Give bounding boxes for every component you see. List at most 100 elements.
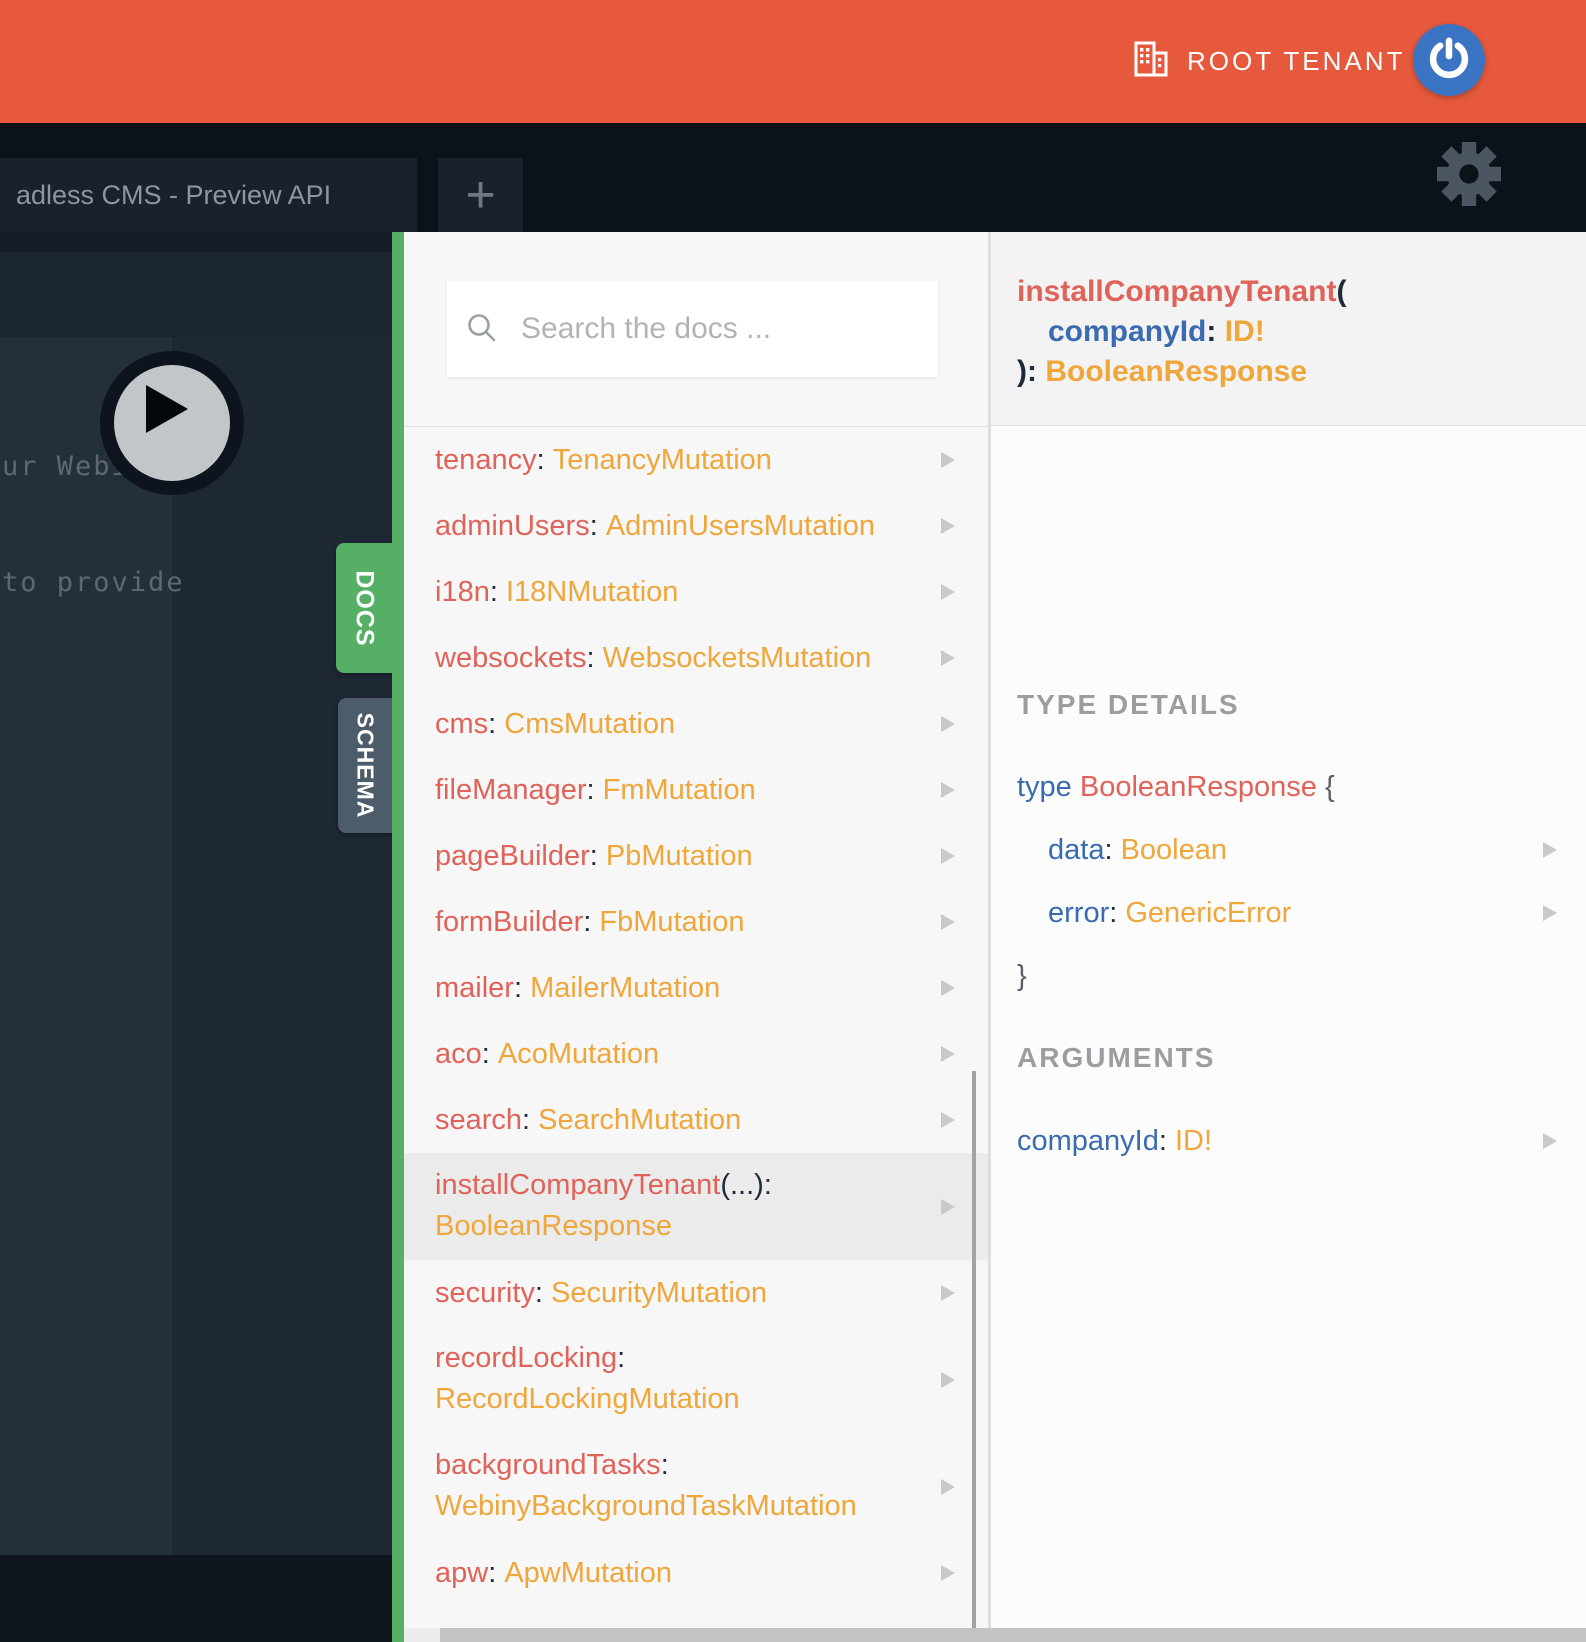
docs-item-name-line: recordLocking: <box>435 1338 988 1379</box>
type-close-brace: } <box>1017 960 1027 992</box>
type-keyword: type <box>1017 771 1072 803</box>
expand-arrow-icon <box>941 914 955 930</box>
field-type: WebinyBackgroundTaskMutation <box>435 1490 857 1522</box>
docs-item-mailer[interactable]: mailer: MailerMutation <box>404 955 988 1021</box>
field-type: SearchMutation <box>530 1103 742 1136</box>
top-header-bar: ROOT TENANT <box>0 0 1586 123</box>
new-tab-button[interactable]: + <box>438 158 523 232</box>
graphql-playground-window: ROOT TENANT adless CMS - Preview API + u… <box>0 0 1586 1642</box>
field-punctuation: : <box>534 1276 543 1309</box>
field-type: I18NMutation <box>497 575 679 608</box>
docs-vertical-scrollbar-thumb[interactable] <box>972 1071 976 1628</box>
field-type-link[interactable]: Boolean <box>1113 834 1227 866</box>
docs-item-label: security: SecurityMutation <box>435 1277 767 1310</box>
type-details-heading: TYPE DETAILS <box>1017 689 1240 720</box>
docs-search-input[interactable] <box>447 281 938 377</box>
docs-item-label: pageBuilder: PbMutation <box>435 840 753 873</box>
docs-item-type-line: BooleanResponse <box>435 1206 988 1247</box>
field-name: backgroundTasks <box>435 1449 661 1481</box>
argument-companyId[interactable]: companyId: ID! <box>991 1121 1586 1161</box>
docs-item-recordLocking[interactable]: recordLocking: RecordLockingMutation <box>404 1326 988 1433</box>
signature-arg-type[interactable]: ID! <box>1225 315 1265 348</box>
field-type: CmsMutation <box>496 707 676 740</box>
editor-band <box>0 252 392 338</box>
docs-item-name-line: installCompanyTenant(...): <box>435 1165 988 1206</box>
docs-item-pageBuilder[interactable]: pageBuilder: PbMutation <box>404 823 988 889</box>
docs-item-label: cms: CmsMutation <box>435 708 675 741</box>
tab-title: adless CMS - Preview API <box>16 179 332 210</box>
field-type: MailerMutation <box>522 971 721 1004</box>
field-name: mailer <box>435 971 514 1004</box>
field-punctuation: : <box>513 971 523 1004</box>
expand-arrow-icon <box>941 1371 955 1388</box>
expand-arrow-icon <box>1543 842 1557 858</box>
field-punctuation: : <box>536 443 545 476</box>
docs-item-fileManager[interactable]: fileManager: FmMutation <box>404 757 988 823</box>
field-punctuation: : <box>617 1342 626 1374</box>
settings-gear-button[interactable] <box>1437 142 1501 206</box>
horizontal-scrollbar-thumb[interactable] <box>440 1628 1586 1642</box>
docs-item-adminUsers[interactable]: adminUsers: AdminUsersMutation <box>404 493 988 559</box>
signature-line-3: ): BooleanResponse <box>1017 355 1308 388</box>
argument-name: companyId <box>1017 1125 1159 1157</box>
field-punctuation: : <box>586 773 595 806</box>
tenant-selector[interactable]: ROOT TENANT <box>1133 0 1405 123</box>
docs-item-security[interactable]: security: SecurityMutation <box>404 1260 988 1326</box>
docs-item-name-line: backgroundTasks: <box>435 1445 988 1486</box>
expand-arrow-icon <box>941 1565 955 1581</box>
user-avatar-button[interactable] <box>1413 24 1485 96</box>
signature-arg-name: companyId <box>1048 315 1207 348</box>
expand-arrow-icon <box>941 584 955 600</box>
field-type: BooleanResponse <box>435 1210 673 1242</box>
field-name: i18n <box>435 575 490 608</box>
expand-arrow-icon <box>941 848 955 864</box>
docs-item-installCompanyTenant[interactable]: installCompanyTenant(...): BooleanRespons… <box>404 1153 988 1260</box>
query-editor-region[interactable]: ur Webiny to provide <box>0 232 392 1642</box>
field-name: pageBuilder <box>435 839 590 872</box>
expand-arrow-icon <box>1543 1133 1557 1149</box>
docs-item-cms[interactable]: cms: CmsMutation <box>404 691 988 757</box>
docs-item-label: websockets: WebsocketsMutation <box>435 642 871 675</box>
session-tab-bar: adless CMS - Preview API + <box>0 123 1586 232</box>
type-field-data[interactable]: data: Boolean <box>991 830 1586 870</box>
field-type: AcoMutation <box>489 1037 660 1070</box>
field-type-link[interactable]: GenericError <box>1117 897 1291 929</box>
docs-item-list: tenancy: TenancyMutation adminUsers: Admi… <box>404 427 988 1606</box>
docs-item-aco[interactable]: aco: AcoMutation <box>404 1021 988 1087</box>
docs-item-websockets[interactable]: websockets: WebsocketsMutation <box>404 625 988 691</box>
tab-headless-cms-preview-api[interactable]: adless CMS - Preview API <box>0 158 417 232</box>
docs-item-i18n[interactable]: i18n: I18NMutation <box>404 559 988 625</box>
docs-side-tab[interactable]: DOCS <box>336 543 392 673</box>
field-name: apw <box>435 1556 489 1589</box>
expand-arrow-icon <box>941 782 955 798</box>
docs-item-apw[interactable]: apw: ApwMutation <box>404 1540 988 1606</box>
building-icon <box>1133 41 1171 82</box>
type-field-error[interactable]: error: GenericError <box>991 893 1586 933</box>
schema-side-tab[interactable]: SCHEMA <box>338 698 392 833</box>
docs-item-backgroundTasks[interactable]: backgroundTasks: WebinyBackgroundTaskMuta… <box>404 1433 988 1540</box>
field-name: installCompanyTenant <box>435 1169 721 1201</box>
field-name: adminUsers <box>435 509 590 542</box>
docs-item-tenancy[interactable]: tenancy: TenancyMutation <box>404 427 988 493</box>
field-punctuation: : <box>589 839 598 872</box>
editor-overlay-panel <box>0 337 172 1555</box>
field-name: search <box>435 1103 523 1136</box>
field-name: data <box>1048 834 1105 866</box>
power-icon <box>1426 35 1472 86</box>
docs-item-formBuilder[interactable]: formBuilder: FbMutation <box>404 889 988 955</box>
type-field-label: error: GenericError <box>1048 893 1291 933</box>
argument-type-link[interactable]: ID! <box>1167 1125 1212 1157</box>
signature-return-type[interactable]: BooleanResponse <box>1045 355 1307 388</box>
execute-query-button[interactable] <box>100 351 244 495</box>
type-field-label: data: Boolean <box>1048 830 1227 870</box>
field-punctuation: : <box>1104 834 1113 866</box>
docs-item-search[interactable]: search: SearchMutation <box>404 1087 988 1153</box>
field-name: fileManager <box>435 773 587 806</box>
type-name-link[interactable]: BooleanResponse <box>1080 771 1317 803</box>
field-type: RecordLockingMutation <box>435 1383 740 1415</box>
field-name: security <box>435 1276 535 1309</box>
editor-top-strip <box>0 232 392 252</box>
horizontal-scrollbar-track[interactable] <box>404 1628 1586 1642</box>
docs-tab-label: DOCS <box>350 569 379 647</box>
field-name: aco <box>435 1037 482 1070</box>
